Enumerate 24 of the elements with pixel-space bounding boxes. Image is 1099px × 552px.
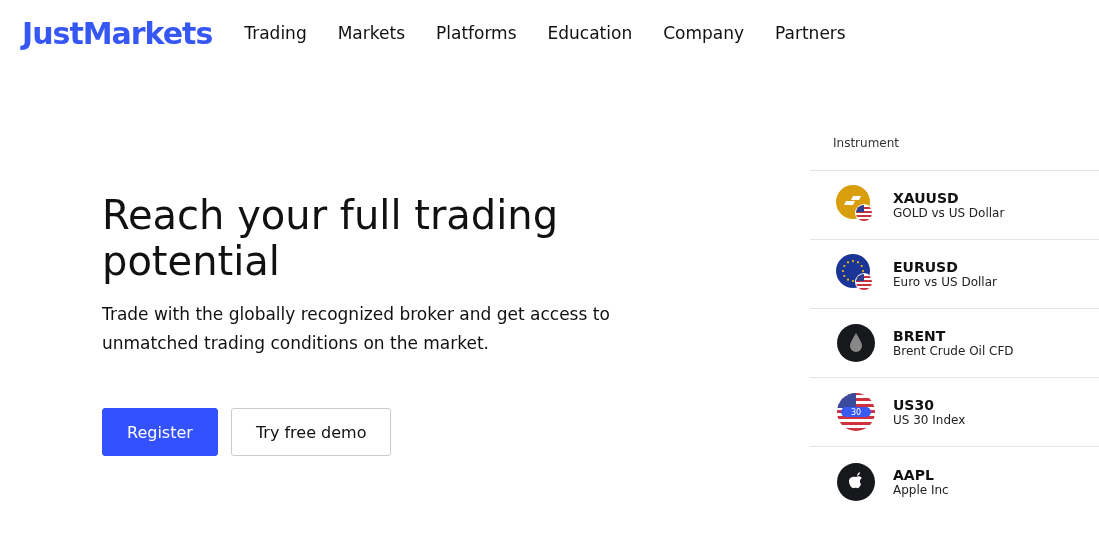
instrument-name: Apple Inc bbox=[893, 482, 949, 497]
hero-text: Trade with the globally recognized broker and get access to unmatched trading conditions on the market. bbox=[102, 303, 611, 355]
instrument-symbol: AAPL bbox=[893, 466, 935, 483]
register-button[interactable]: Register bbox=[102, 408, 218, 456]
column-header: Instrument bbox=[810, 132, 1099, 171]
instrument-name: Euro vs US Dollar bbox=[893, 275, 997, 289]
nav-link[interactable]: Trading bbox=[244, 23, 307, 43]
nav-link[interactable]: Education bbox=[547, 23, 633, 43]
instrument-symbol: EURUSD bbox=[893, 259, 959, 275]
apple-icon bbox=[836, 461, 876, 502]
nav-link[interactable]: Platforms bbox=[436, 23, 517, 43]
logo[interactable]: JustMarkets bbox=[22, 15, 213, 51]
demo-button[interactable]: Try free demo bbox=[230, 408, 392, 456]
hero-title: Reach your full trading potential bbox=[102, 192, 560, 284]
nav-link[interactable]: Company bbox=[663, 23, 745, 43]
instrument-symbol: BRENT bbox=[893, 328, 947, 344]
nav-link[interactable]: Partners bbox=[775, 23, 846, 43]
instrument-name: GOLD vs US Dollar bbox=[893, 206, 1005, 220]
instrument-symbol: US30 bbox=[893, 397, 935, 413]
oil-drop-icon bbox=[836, 323, 876, 363]
nav-link[interactable]: Markets bbox=[337, 23, 405, 43]
instrument-symbol: XAUUSD bbox=[893, 190, 960, 206]
instrument-name: Brent Crude Oil CFD bbox=[893, 344, 1014, 358]
instrument-name: US 30 Index bbox=[893, 413, 966, 427]
